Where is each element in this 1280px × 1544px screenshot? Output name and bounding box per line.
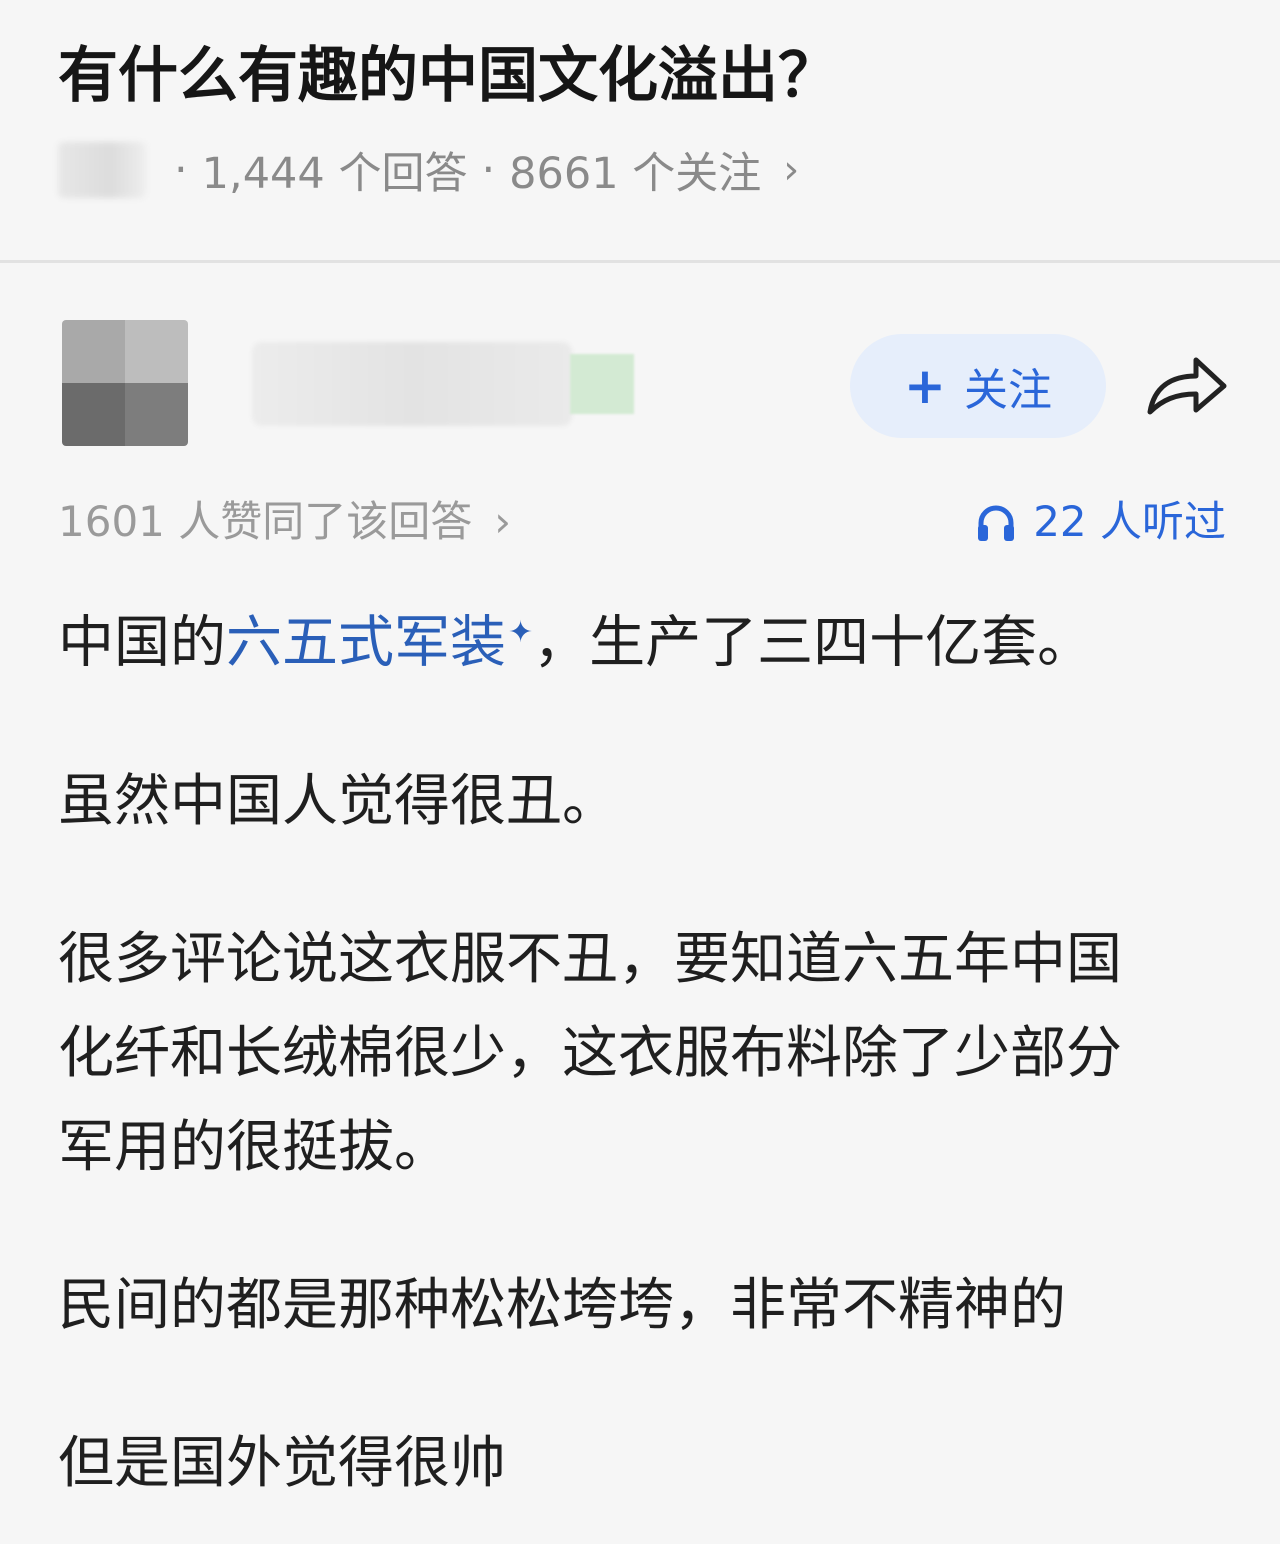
sparkle-icon: ✦ (508, 615, 534, 650)
answer-paragraph: 很多评论说这衣服不丑，要知道六五年中国 (58, 926, 1122, 992)
meta-separator: · (481, 145, 496, 195)
section-divider (0, 260, 1280, 263)
answer-paragraph: 军用的很挺拔。 (58, 1114, 450, 1180)
author-name-blurred[interactable] (252, 342, 572, 426)
headphone-icon (978, 505, 1015, 541)
listen-count[interactable]: 22 人听过 (975, 492, 1226, 552)
share-arrow-icon[interactable] (1146, 352, 1228, 418)
author-badge-blurred (570, 354, 634, 414)
follow-button[interactable]: + 关注 (850, 334, 1106, 438)
keyword-link[interactable]: 六五式军装 (226, 611, 506, 676)
chevron-right-icon: › (783, 147, 800, 193)
follower-count: 8661 个关注 (509, 149, 762, 199)
answer-paragraph: 民间的都是那种松松垮垮，非常不精神的 (58, 1272, 1066, 1338)
question-title[interactable]: 有什么有趣的中国文化溢出？ (58, 34, 838, 118)
upvote-count: 1601 人赞同了该回答 (58, 497, 473, 546)
listen-count-text: 22 人听过 (1033, 497, 1226, 546)
author-avatar[interactable] (62, 320, 188, 446)
text-span: ，生产了三四十亿套。 (533, 610, 1094, 676)
upvote-summary[interactable]: 1601 人赞同了该回答 › (58, 492, 511, 552)
plus-icon: + (904, 357, 946, 415)
chevron-right-icon: › (494, 497, 512, 546)
answer-count: 1,444 个回答 (201, 149, 468, 199)
meta-separator: · (174, 145, 188, 195)
answer-paragraph: 虽然中国人觉得很丑。 (58, 768, 618, 834)
question-meta[interactable]: · 1,444 个回答 · 8661 个关注 › (58, 138, 799, 202)
answer-paragraph: 化纤和长绒棉很少，这衣服布料除了少部分 (58, 1020, 1122, 1086)
blurred-source-label (58, 142, 146, 198)
answer-paragraph: 但是国外觉得很帅 (58, 1430, 506, 1496)
answer-content: 中国的六五式军装✦，生产了三四十亿套。 虽然中国人觉得很丑。 很多评论说这衣服不… (58, 586, 1228, 1511)
text-span: 中国的 (58, 610, 226, 676)
follow-label: 关注 (963, 365, 1052, 416)
answer-paragraph: 中国的六五式军装✦，生产了三四十亿套。 (58, 586, 1228, 691)
